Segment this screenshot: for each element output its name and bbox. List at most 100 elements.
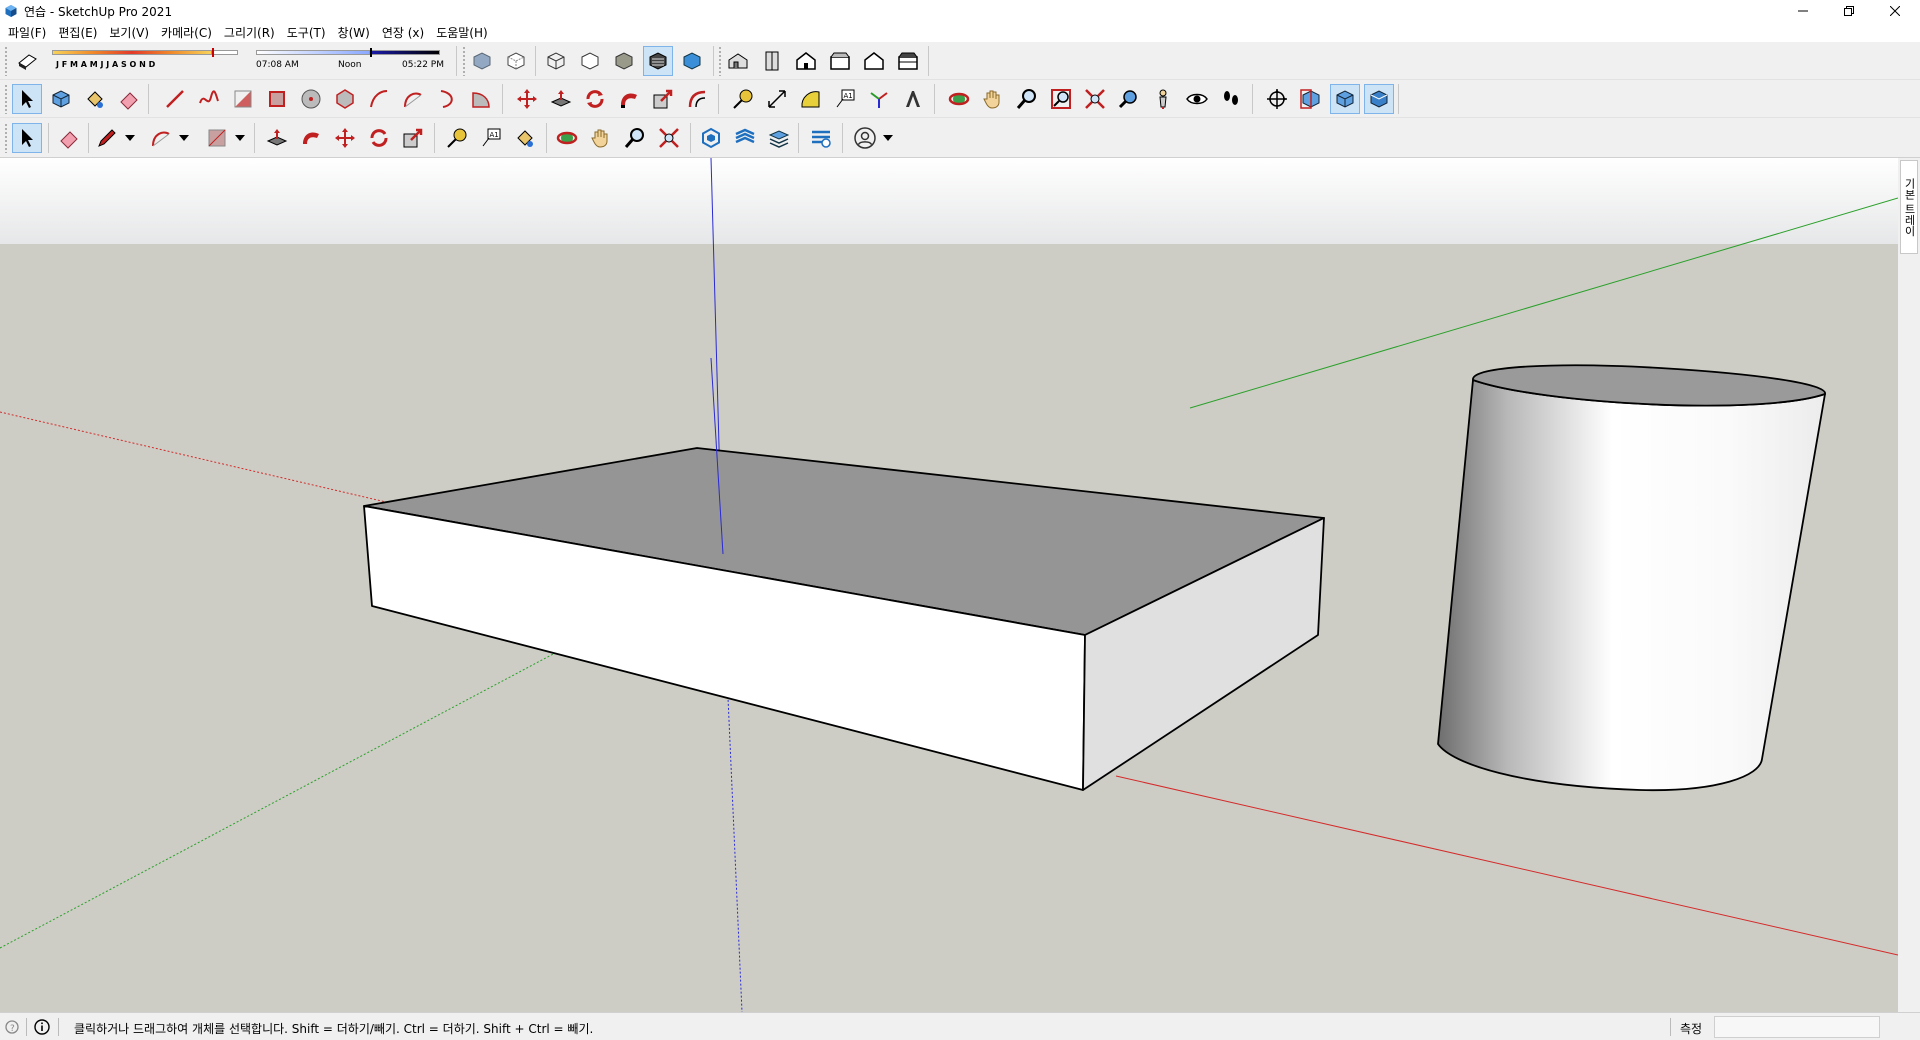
previous-view-button[interactable] xyxy=(1114,84,1144,114)
protractor-button[interactable] xyxy=(796,84,826,114)
restore-button[interactable] xyxy=(1826,0,1872,22)
menu-camera[interactable]: 카메라(C) xyxy=(155,22,218,42)
scale-tool-button[interactable] xyxy=(648,84,678,114)
date-slider-thumb[interactable] xyxy=(212,48,214,57)
rotate-tool-button[interactable] xyxy=(364,123,394,153)
polygon-tool-button[interactable] xyxy=(330,84,360,114)
tape-measure-button[interactable] xyxy=(728,84,758,114)
geo-location-icon[interactable]: ? xyxy=(4,1019,20,1035)
three-point-arc-button[interactable] xyxy=(432,84,462,114)
move-tool-button[interactable] xyxy=(330,123,360,153)
toolbar-grip[interactable] xyxy=(718,46,722,76)
make-component-button[interactable] xyxy=(46,84,76,114)
3d-text-button[interactable] xyxy=(898,84,928,114)
view-iso-button[interactable] xyxy=(723,46,753,76)
cylinder-side-face[interactable] xyxy=(1437,379,1826,792)
zoom-tool-button[interactable] xyxy=(1012,84,1042,114)
box-model[interactable] xyxy=(363,447,1325,791)
display-section-planes-button[interactable] xyxy=(1296,84,1326,114)
select-tool-button[interactable] xyxy=(12,123,42,153)
text-tool-button[interactable]: A1 xyxy=(476,123,506,153)
style-xray-button[interactable] xyxy=(467,46,497,76)
paint-bucket-button[interactable] xyxy=(80,84,110,114)
minimize-button[interactable] xyxy=(1780,0,1826,22)
dimension-button[interactable] xyxy=(762,84,792,114)
rotate-tool-button[interactable] xyxy=(580,84,610,114)
eraser-button[interactable] xyxy=(54,123,84,153)
shadow-time-slider[interactable] xyxy=(256,48,440,60)
view-top-button[interactable] xyxy=(757,46,787,76)
display-section-fill-button[interactable] xyxy=(1364,84,1394,114)
paint-bucket-button[interactable] xyxy=(510,123,540,153)
pie-tool-button[interactable] xyxy=(466,84,496,114)
select-tool-button[interactable] xyxy=(12,84,42,114)
display-section-cuts-button[interactable] xyxy=(1330,84,1360,114)
section-plane-button[interactable] xyxy=(1262,84,1292,114)
view-right-button[interactable] xyxy=(825,46,855,76)
toolbar-grip[interactable] xyxy=(462,46,466,76)
push-pull-button[interactable] xyxy=(546,84,576,114)
follow-me-button[interactable] xyxy=(614,84,644,114)
menu-draw[interactable]: 그리기(R) xyxy=(218,22,281,42)
offset-tool-button[interactable] xyxy=(682,84,712,114)
menu-view[interactable]: 보기(V) xyxy=(103,22,155,42)
look-around-button[interactable] xyxy=(1182,84,1212,114)
toolbar-grip[interactable] xyxy=(4,46,8,76)
shadows-toggle-button[interactable] xyxy=(12,46,42,76)
warehouse-button[interactable] xyxy=(806,123,836,153)
position-camera-button[interactable] xyxy=(1148,84,1178,114)
walk-tool-button[interactable] xyxy=(1216,84,1246,114)
line-tools-dropdown[interactable] xyxy=(124,123,136,153)
menu-window[interactable]: 창(W) xyxy=(332,22,376,42)
move-tool-button[interactable] xyxy=(512,84,542,114)
solid-tools-button[interactable] xyxy=(696,123,726,153)
arc-tools-dropdown[interactable] xyxy=(178,123,190,153)
tape-measure-button[interactable] xyxy=(442,123,472,153)
eraser-button[interactable] xyxy=(114,84,144,114)
two-point-arc-button[interactable] xyxy=(398,84,428,114)
time-slider-thumb[interactable] xyxy=(370,48,372,57)
toolbar-grip[interactable] xyxy=(4,123,8,153)
push-pull-button[interactable] xyxy=(262,123,292,153)
measurements-input[interactable] xyxy=(1714,1016,1880,1038)
zoom-extents-button[interactable] xyxy=(1080,84,1110,114)
menu-help[interactable]: 도움말(H) xyxy=(430,22,494,42)
pan-tool-button[interactable] xyxy=(586,123,616,153)
scale-tool-button[interactable] xyxy=(398,123,428,153)
pan-tool-button[interactable] xyxy=(978,84,1008,114)
account-dropdown[interactable] xyxy=(882,123,894,153)
model-viewport[interactable] xyxy=(0,158,1898,1012)
toolbar-grip[interactable] xyxy=(4,84,8,114)
orbit-tool-button[interactable] xyxy=(552,123,582,153)
style-shaded-button[interactable] xyxy=(609,46,639,76)
line-tool-button[interactable] xyxy=(92,123,122,153)
instructor-info-icon[interactable] xyxy=(34,1019,50,1035)
style-wireframe-button[interactable] xyxy=(541,46,571,76)
menu-file[interactable]: 파일(F) xyxy=(2,22,52,42)
view-front-button[interactable] xyxy=(791,46,821,76)
orbit-tool-button[interactable] xyxy=(944,84,974,114)
style-monochrome-button[interactable] xyxy=(677,46,707,76)
view-back-button[interactable] xyxy=(859,46,889,76)
menu-edit[interactable]: 편집(E) xyxy=(52,22,103,42)
arc-tool-button[interactable] xyxy=(146,123,176,153)
style-shaded-textures-button[interactable] xyxy=(643,46,673,76)
zoom-window-button[interactable] xyxy=(1046,84,1076,114)
menu-tools[interactable]: 도구(T) xyxy=(281,22,332,42)
close-button[interactable] xyxy=(1872,0,1918,22)
axes-tool-button[interactable] xyxy=(864,84,894,114)
rectangle-tool-button[interactable] xyxy=(228,84,258,114)
sandbox-button[interactable] xyxy=(730,123,760,153)
shape-tools-dropdown[interactable] xyxy=(234,123,246,153)
rotated-rectangle-button[interactable] xyxy=(262,84,292,114)
rectangle-tool-button[interactable] xyxy=(202,123,232,153)
layers-button[interactable] xyxy=(764,123,794,153)
view-left-button[interactable] xyxy=(893,46,923,76)
style-hidden-line-button[interactable] xyxy=(575,46,605,76)
line-tool-button[interactable] xyxy=(160,84,190,114)
cylinder-model[interactable] xyxy=(1437,364,1826,792)
freehand-tool-button[interactable] xyxy=(194,84,224,114)
menu-extensions[interactable]: 연장 (x) xyxy=(376,22,430,42)
zoom-extents-button[interactable] xyxy=(654,123,684,153)
circle-tool-button[interactable] xyxy=(296,84,326,114)
